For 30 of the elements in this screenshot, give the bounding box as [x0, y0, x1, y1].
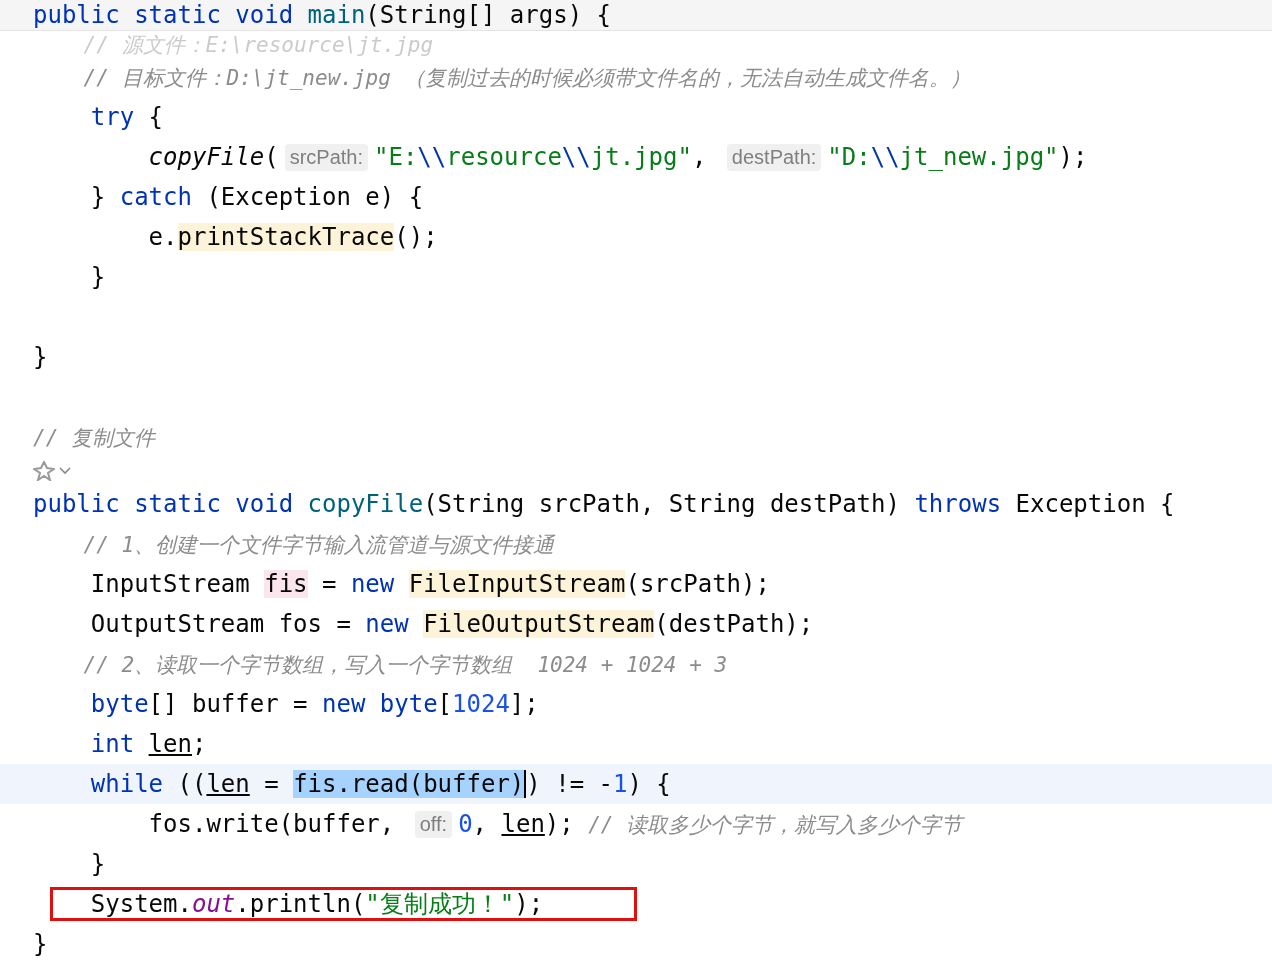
parameter-hint: off:	[414, 810, 453, 838]
code-text: copyFile(	[147, 143, 279, 171]
code-text: System.out.println("复制成功！");	[89, 889, 544, 920]
parameter-hint: srcPath:	[284, 143, 368, 171]
code-text: // 1、创建一个文件字节输入流管道与源文件接通	[82, 531, 555, 559]
code-text: while ((len = fis.read(buffer)	[89, 770, 525, 798]
code-text: // 目标文件：D:\jt_new.jpg （复制过去的时候必须带文件名的，无法自动生成文件名。）	[82, 64, 971, 92]
code-text: byte[] buffer = new byte[1024];	[89, 690, 539, 718]
code-text: public static void main(String[] args) {	[33, 1, 611, 29]
code-text: OutputStream fos = new FileOutputStream(destPath);	[89, 610, 814, 638]
code-text: // 2、读取一个字节数组，写入一个字节数组 1024 + 1024 + 3	[82, 651, 728, 679]
code-text: fos.write(buffer,	[147, 810, 396, 838]
code-text: int len;	[89, 730, 207, 758]
code-text: } catch (Exception e) {	[89, 183, 424, 211]
sparkle-icon[interactable]	[33, 460, 55, 481]
code-text: try {	[89, 103, 164, 131]
code-text: // 复制文件	[33, 424, 155, 452]
code-text: }	[89, 263, 106, 291]
text-cursor	[524, 770, 527, 798]
code-text: public static void copyFile(String srcPath, String destPath) throws Exception {	[33, 490, 1175, 518]
code-text: InputStream fis = new FileInputStream(srcPath);	[89, 570, 770, 598]
parameter-hint: destPath:	[726, 143, 822, 171]
code-text: ) != -1) {	[526, 770, 671, 798]
code-text: }	[89, 850, 106, 878]
code-text: 0, len); // 读取多少个字节，就写入多少个字节	[458, 809, 963, 839]
code-text: }	[33, 930, 48, 958]
code-text: "D:\\jt_new.jpg");	[827, 143, 1088, 171]
code-text: "E:\\resource\\jt.jpg",	[374, 143, 708, 171]
chevron-down-icon[interactable]	[59, 466, 71, 475]
code-text: }	[33, 343, 48, 371]
